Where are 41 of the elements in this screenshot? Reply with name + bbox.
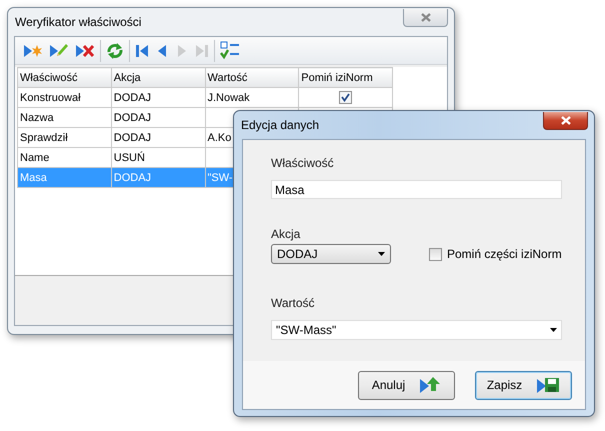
dropdown[interactable]: "SW-Mass"	[271, 320, 562, 340]
table-cell: Konstruował	[18, 88, 112, 108]
checkbox[interactable]	[429, 248, 442, 260]
arrow-up-icon	[419, 376, 442, 394]
save-button[interactable]: Zapisz	[475, 370, 572, 400]
column-header[interactable]: Pomiń iziNorm	[298, 68, 392, 88]
field-label: Właściwość	[271, 156, 335, 170]
table-cell: Sprawdził	[18, 128, 112, 148]
table-cell: DODAJ	[111, 88, 205, 108]
dropdown-arrow-icon	[550, 328, 557, 332]
cancel-button[interactable]: Anuluj	[358, 370, 455, 400]
table-cell: J.Nowak	[205, 88, 299, 108]
last-icon	[195, 42, 209, 58]
arrow-pencil-icon	[49, 42, 69, 58]
check-icon	[340, 92, 352, 103]
table-cell: Nazwa	[18, 108, 112, 128]
arrow-cross-icon	[75, 42, 95, 58]
arrow-star-icon	[23, 42, 43, 58]
close-button[interactable]	[543, 112, 588, 130]
field-label: Wartość	[271, 296, 316, 310]
column-header[interactable]: Akcja	[111, 68, 205, 88]
refresh-icon	[106, 42, 124, 58]
dropdown-arrow-icon	[378, 252, 385, 256]
column-header[interactable]: Właściwość	[18, 68, 112, 88]
dropdown[interactable]: DODAJ	[271, 244, 391, 264]
table-cell: DODAJ	[111, 128, 205, 148]
table-cell: DODAJ	[111, 108, 205, 128]
first-icon	[135, 42, 149, 58]
column-header[interactable]: Wartość	[205, 68, 299, 88]
field-label: Akcja	[271, 227, 302, 241]
checkbox-label: Pomiń części iziNorm	[447, 247, 562, 261]
table-cell: DODAJ	[111, 168, 205, 188]
input-field[interactable]: Masa	[271, 180, 562, 199]
close-icon	[560, 116, 570, 124]
close-icon	[420, 12, 430, 22]
window-title: Weryfikator właściwości	[15, 15, 142, 29]
columns-button[interactable]	[218, 40, 242, 62]
checklist-icon	[220, 40, 240, 60]
checkbox[interactable]	[339, 91, 352, 104]
arrow-disk-icon	[536, 376, 560, 394]
table-cell: Masa	[18, 168, 112, 188]
